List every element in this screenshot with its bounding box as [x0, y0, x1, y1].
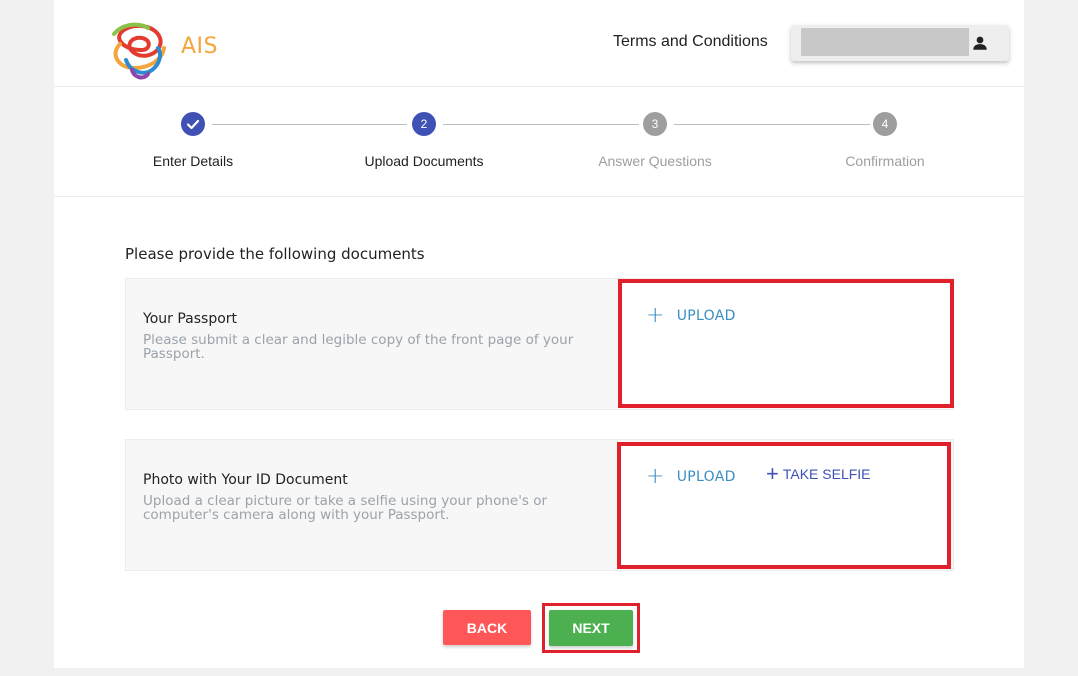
plus-icon: + [766, 461, 779, 486]
passport-description: Please submit a clear and legible copy o… [143, 332, 574, 362]
upload-label: UPLOAD [676, 308, 736, 324]
upload-label: UPLOAD [676, 469, 736, 485]
step-connector [443, 124, 639, 125]
section-title: Please provide the following documents [125, 245, 425, 263]
photo-id-upload-button[interactable]: + UPLOAD [646, 464, 736, 489]
header: AIS Terms and Conditions [54, 0, 1024, 87]
terms-and-conditions-link[interactable]: Terms and Conditions [613, 33, 768, 51]
ais-logo[interactable]: AIS [104, 20, 224, 82]
plus-icon: + [646, 464, 665, 489]
step-3-number: 3 [643, 112, 667, 136]
step-2-label: Upload Documents [364, 153, 484, 169]
back-button[interactable]: BACK [443, 610, 531, 645]
photo-id-title: Photo with Your ID Document [143, 472, 348, 488]
step-3-label: Answer Questions [598, 153, 712, 169]
step-4-label: Confirmation [845, 153, 925, 169]
step-4-number: 4 [873, 112, 897, 136]
swirl-logo-icon [112, 22, 166, 80]
plus-icon: + [646, 303, 665, 328]
next-button[interactable]: NEXT [549, 610, 633, 646]
step-1-label: Enter Details [152, 153, 234, 169]
progress-stepper: Enter Details 2 Upload Documents 3 Answe… [54, 88, 1024, 197]
passport-title: Your Passport [143, 311, 238, 327]
passport-upload-button[interactable]: + UPLOAD [646, 303, 736, 328]
take-selfie-button[interactable]: + TAKE SELFIE [766, 461, 871, 486]
photo-id-info: Photo with Your ID Document Upload a cle… [143, 472, 583, 522]
user-menu[interactable] [791, 25, 1009, 61]
step-2-number: 2 [412, 112, 436, 136]
page: AIS Terms and Conditions Enter Details 2… [54, 0, 1024, 668]
next-button-highlight: NEXT [542, 603, 640, 653]
take-selfie-label: TAKE SELFIE [782, 466, 871, 482]
step-connector [674, 124, 870, 125]
step-connector [212, 124, 407, 125]
photo-id-description: Upload a clear picture or take a selfie … [143, 493, 548, 523]
person-icon [973, 36, 987, 50]
user-name [801, 28, 969, 56]
passport-info: Your Passport Please submit a clear and … [143, 311, 583, 361]
step-1-check-icon [181, 112, 205, 136]
logo-text: AIS [181, 34, 219, 59]
photo-id-upload-zone[interactable]: + UPLOAD + TAKE SELFIE [617, 442, 951, 569]
passport-upload-zone[interactable]: + UPLOAD [618, 279, 954, 408]
